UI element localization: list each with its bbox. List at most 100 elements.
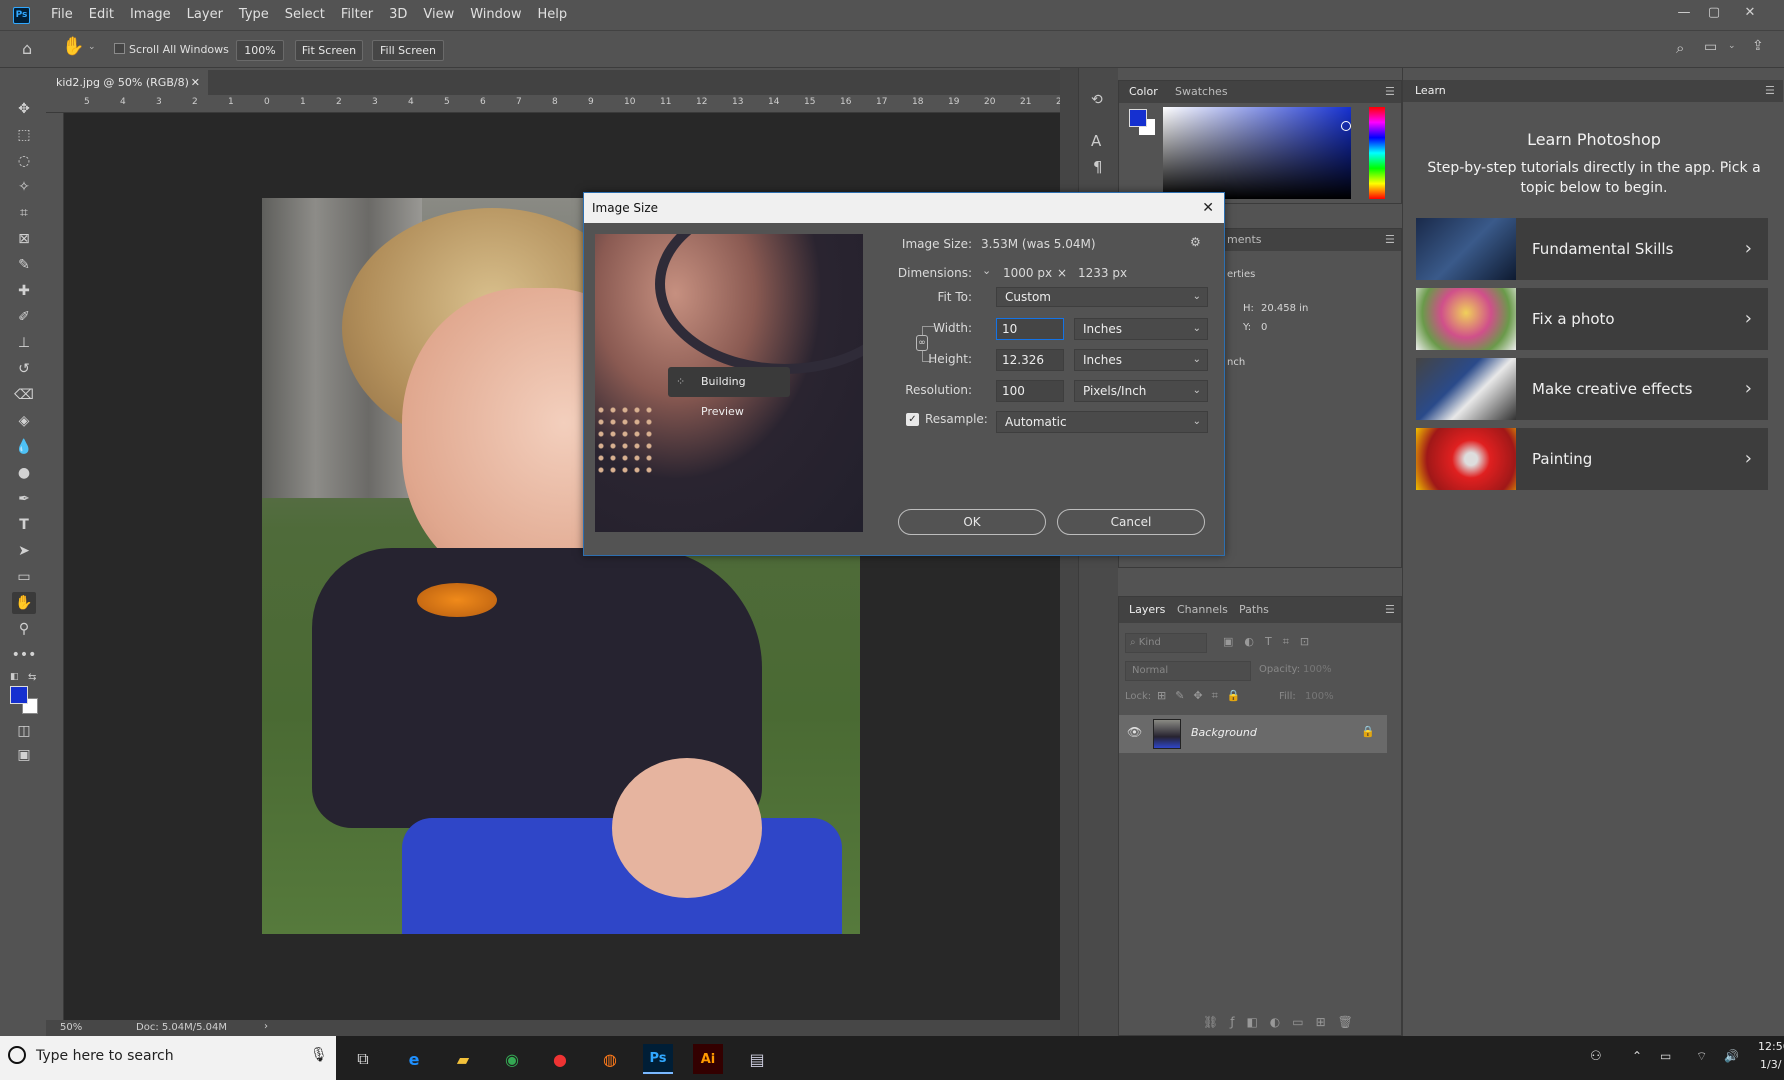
resample-checkbox[interactable]: ✓ (906, 413, 919, 426)
foreground-color-swatch[interactable] (10, 686, 28, 704)
resample-select[interactable]: Automatic ⌄ (996, 411, 1208, 433)
character-panel-icon[interactable]: A (1091, 132, 1101, 150)
screen-mode-icon[interactable]: ▣ (12, 744, 36, 766)
height-input[interactable]: 12.326 (996, 349, 1064, 371)
fill-screen-button[interactable]: Fill Screen (372, 40, 444, 61)
layer-filter-icons[interactable]: ▣◐T⌗⊡ (1223, 635, 1320, 649)
menu-type[interactable]: Type (231, 0, 277, 30)
ok-button[interactable]: OK (898, 509, 1046, 535)
panel-menu-icon[interactable]: ☰ (1385, 85, 1395, 98)
chrome-icon[interactable]: ◉ (497, 1044, 527, 1074)
history-brush-tool-icon[interactable]: ↺ (12, 358, 36, 380)
zoom-level[interactable]: 50% (60, 1022, 82, 1033)
layer-name[interactable]: Background (1191, 726, 1257, 739)
path-selection-tool-icon[interactable]: ➤ (12, 540, 36, 562)
tab-swatches[interactable]: Swatches (1175, 81, 1228, 103)
paragraph-panel-icon[interactable]: ¶ (1093, 158, 1103, 176)
eyedropper-tool-icon[interactable]: ✎ (12, 254, 36, 276)
blur-tool-icon[interactable]: 💧 (12, 436, 36, 458)
hue-slider[interactable] (1369, 107, 1385, 199)
settings-gear-icon[interactable]: ⚙ (1190, 235, 1201, 249)
history-panel-icon[interactable]: ⟲ (1091, 92, 1103, 108)
more-tools-icon[interactable]: ••• (12, 644, 37, 666)
panel-menu-icon[interactable]: ☰ (1765, 84, 1775, 97)
task-view-icon[interactable]: ⧉ (348, 1044, 378, 1074)
layer-row-background[interactable]: 👁 Background 🔒 (1119, 715, 1387, 753)
recorder-icon[interactable]: ● (545, 1044, 575, 1074)
learn-card-make-creative-effects[interactable]: Make creative effects › (1416, 358, 1768, 420)
illustrator-taskbar-icon[interactable]: Ai (693, 1044, 723, 1074)
paint-bucket-tool-icon[interactable]: ◈ (12, 410, 36, 432)
cancel-button[interactable]: Cancel (1057, 509, 1205, 535)
fit-screen-button[interactable]: Fit Screen (295, 40, 363, 61)
share-icon[interactable]: ⇪ (1752, 38, 1764, 54)
layers-footer-icons[interactable]: ⛓ƒ◧◐▭⊞🗑 (1203, 1015, 1365, 1029)
rectangle-tool-icon[interactable]: ▭ (12, 566, 36, 588)
wifi-icon[interactable]: ⌔ (1696, 1049, 1707, 1064)
minimize-icon[interactable]: — (1670, 0, 1698, 24)
tab-layers[interactable]: Layers (1129, 599, 1165, 621)
workspace-chevron-icon[interactable]: ⌄ (1728, 41, 1736, 51)
photoshop-taskbar-icon[interactable]: Ps (643, 1044, 673, 1074)
resolution-unit-select[interactable]: Pixels/Inch ⌄ (1074, 380, 1208, 402)
close-icon[interactable]: ✕ (1736, 0, 1764, 24)
tray-chevron-up-icon[interactable]: ⌃ (1632, 1049, 1642, 1063)
constrain-proportions-link-icon[interactable]: ∞ (916, 335, 928, 351)
workspace-icon[interactable]: ▭ (1704, 39, 1717, 55)
pen-tool-icon[interactable]: ✒ (12, 488, 36, 510)
zoom-100-button[interactable]: 100% (236, 40, 284, 61)
scroll-all-checkbox[interactable] (114, 43, 125, 54)
learn-card-fundamental-skills[interactable]: Fundamental Skills › (1416, 218, 1768, 280)
layer-filter-kind[interactable]: ⌕ Kind (1125, 633, 1207, 653)
stamp-tool-icon[interactable]: ⊥ (12, 332, 36, 354)
learn-card-fix-a-photo[interactable]: Fix a photo › (1416, 288, 1768, 350)
color-field[interactable] (1163, 107, 1351, 199)
home-icon[interactable]: ⌂ (22, 39, 32, 58)
app-taskbar-icon[interactable]: ▤ (742, 1044, 772, 1074)
dimensions-chevron-icon[interactable]: ⌄ (982, 264, 991, 277)
swap-colors-icon[interactable]: ⇆ (28, 672, 36, 683)
frame-tool-icon[interactable]: ⊠ (12, 228, 36, 250)
width-input[interactable]: 10 (996, 318, 1064, 340)
menu-file[interactable]: File (43, 0, 81, 30)
tab-paths[interactable]: Paths (1239, 599, 1269, 621)
tab-learn[interactable]: Learn (1415, 80, 1446, 102)
visibility-eye-icon[interactable]: 👁 (1127, 725, 1142, 739)
dialog-preview[interactable]: ⁘ Building Preview (595, 234, 863, 532)
width-unit-select[interactable]: Inches ⌄ (1074, 318, 1208, 340)
tool-preset-chevron-icon[interactable]: ⌄ (88, 42, 96, 52)
move-tool-icon[interactable]: ✥ (12, 98, 36, 120)
volume-icon[interactable]: 🔊 (1724, 1049, 1739, 1063)
menu-window[interactable]: Window (462, 0, 529, 30)
dialog-close-icon[interactable]: ✕ (1202, 193, 1214, 223)
fit-to-select[interactable]: Custom ⌄ (996, 287, 1208, 307)
people-icon[interactable]: ⚇ (1590, 1049, 1602, 1064)
hand-tool-icon-active[interactable]: ✋ (12, 592, 36, 614)
learn-card-painting[interactable]: Painting › (1416, 428, 1768, 490)
blend-mode-select[interactable]: Normal (1125, 661, 1251, 681)
menu-layer[interactable]: Layer (179, 0, 231, 30)
menu-select[interactable]: Select (277, 0, 333, 30)
quick-mask-icon[interactable]: ◫ (12, 720, 36, 742)
taskbar-search-box[interactable]: Type here to search 🎙 (0, 1036, 336, 1080)
menu-filter[interactable]: Filter (333, 0, 381, 30)
panel-menu-icon[interactable]: ☰ (1385, 233, 1395, 246)
menu-edit[interactable]: Edit (81, 0, 122, 30)
microphone-icon[interactable]: 🎙 (310, 1047, 328, 1063)
marquee-tool-icon[interactable]: ⬚ (12, 124, 36, 146)
close-tab-icon[interactable]: ✕ (191, 70, 200, 95)
menu-image[interactable]: Image (122, 0, 179, 30)
color-picker-ring[interactable] (1341, 121, 1351, 131)
edge-icon[interactable]: e (399, 1044, 429, 1074)
file-explorer-icon[interactable]: ▰ (448, 1044, 478, 1074)
zoom-tool-icon[interactable]: ⚲ (12, 618, 36, 640)
healing-brush-tool-icon[interactable]: ✚ (12, 280, 36, 302)
tab-color[interactable]: Color (1129, 81, 1158, 103)
tab-adjustments-partial[interactable]: ments (1227, 229, 1262, 251)
menu-3d[interactable]: 3D (381, 0, 415, 30)
search-icon[interactable]: ⌕ (1676, 39, 1684, 57)
menu-help[interactable]: Help (530, 0, 576, 30)
clock-date[interactable]: 1/3/ (1760, 1058, 1781, 1071)
firefox-icon[interactable]: ◍ (595, 1044, 625, 1074)
maximize-icon[interactable]: ▢ (1700, 0, 1728, 24)
